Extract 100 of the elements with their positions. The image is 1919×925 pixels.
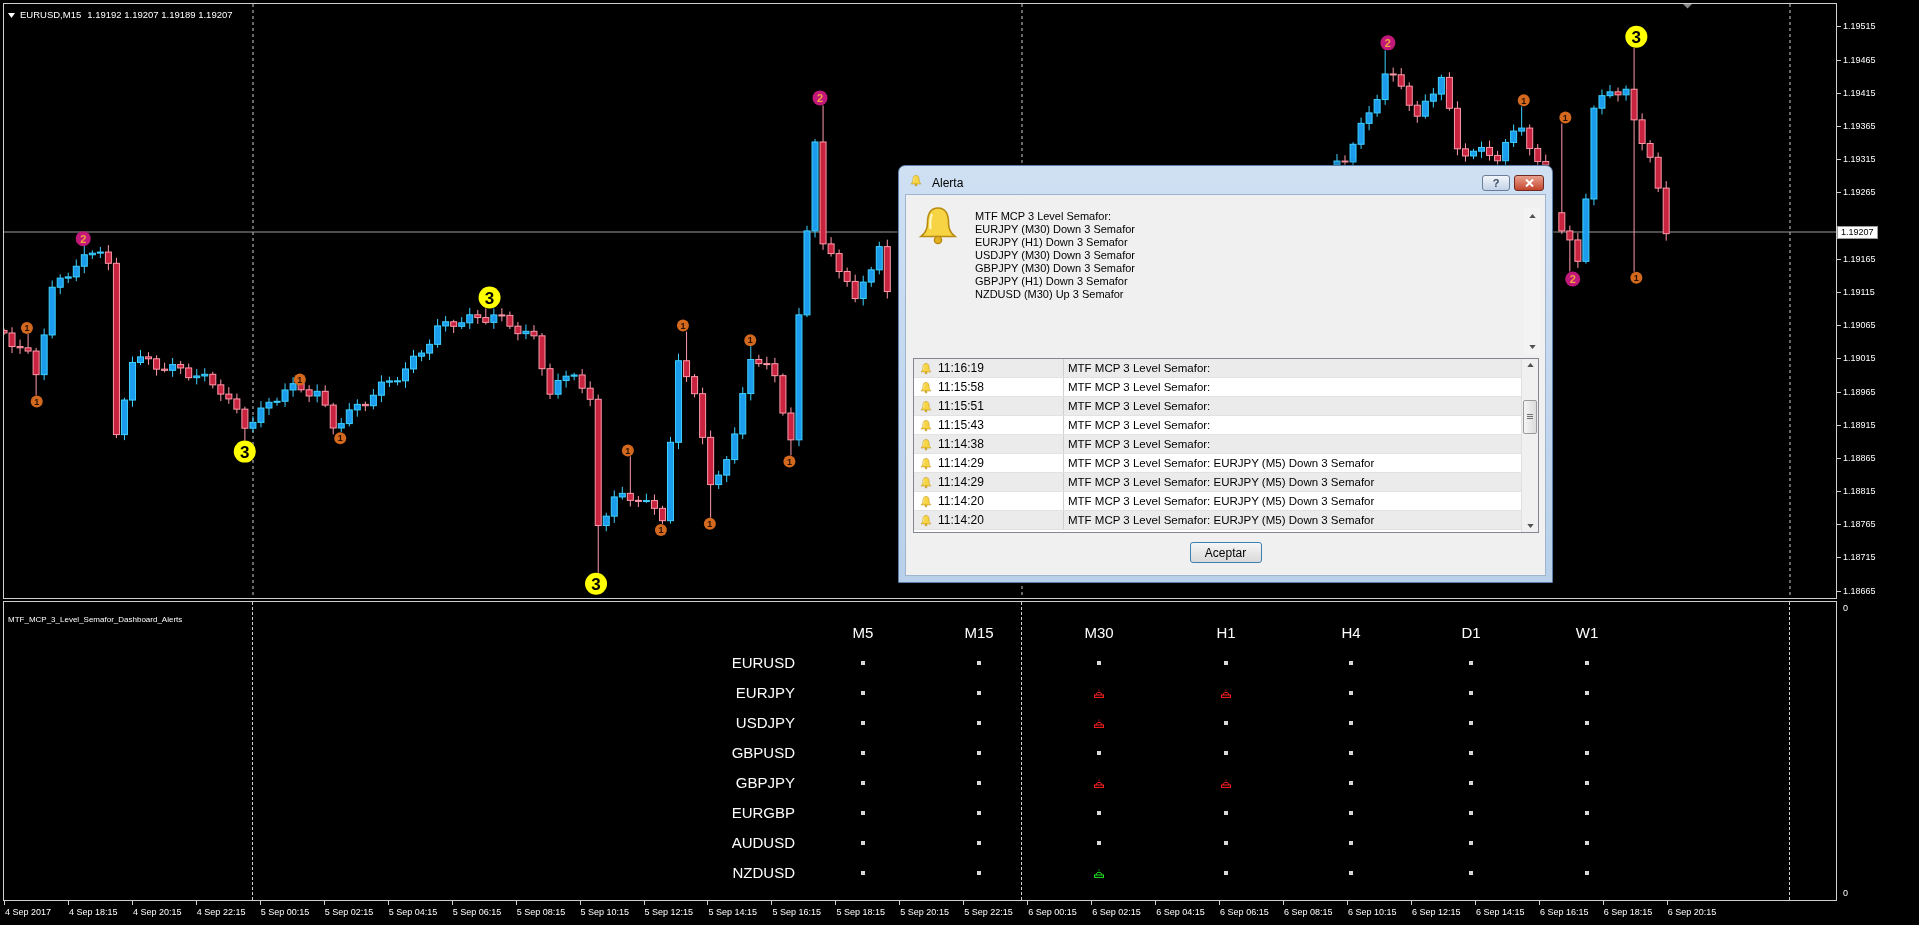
price-label: 1.19165: [1843, 253, 1876, 265]
number-marker: 1: [703, 517, 716, 530]
currency-pair: EURJPY: [735, 684, 795, 702]
bell-icon: [1094, 778, 1104, 788]
number-marker: 2: [75, 231, 91, 247]
alert-row[interactable]: 11:14:38 MTF MCP 3 Level Semafor:: [914, 435, 1521, 454]
dialog-title: Alerta: [932, 176, 964, 190]
alert-time: 11:14:29: [938, 475, 984, 489]
close-button[interactable]: [1514, 175, 1544, 191]
time-label: 5 Sep 00:15: [260, 907, 310, 918]
triangle-marker-icon: [1683, 4, 1692, 9]
bullish-candle: [522, 324, 530, 340]
indicator-title: MTF_MCP_3_Level_Semafor_Dashboard_Alerts: [8, 615, 183, 624]
alert-message: MTF MCP 3 Level Semafor: EURJPY (M5) Down 3 Semafor: [1068, 456, 1375, 470]
indicator-scale-label: 0: [1843, 603, 1849, 614]
bullish-candle: [313, 383, 321, 403]
time-label: 5 Sep 04:15: [388, 907, 438, 918]
time-label: 6 Sep 08:15: [1284, 907, 1333, 918]
time-label: 6 Sep 16:15: [1539, 907, 1589, 918]
bullish-candle: [642, 493, 650, 504]
number-marker: 3: [478, 286, 501, 309]
message-line: MTF MCP 3 Level Semafor:: [975, 210, 1113, 223]
bullish-candle: [169, 357, 177, 378]
number-marker: 1: [30, 395, 43, 408]
alert-row[interactable]: 11:14:20 MTF MCP 3 Level Semafor: EURJPY (M5) Down 3 Semafor: [914, 492, 1521, 511]
close-icon: [1524, 179, 1534, 187]
message-line: GBPJPY (M30) Down 3 Semafor: [975, 262, 1135, 275]
bullish-candle: [1333, 153, 1341, 166]
timeframe-header: H1: [1216, 624, 1236, 642]
price-label: 1.19015: [1843, 353, 1876, 365]
accept-button[interactable]: Aceptar: [1189, 542, 1262, 563]
time-label: 5 Sep 22:15: [964, 907, 1013, 918]
number-marker: 1: [744, 334, 757, 347]
time-label: 4 Sep 2017: [5, 907, 52, 918]
price-label: 1.18715: [1843, 552, 1876, 564]
currency-pair: EURUSD: [731, 654, 795, 672]
help-button[interactable]: ?: [1482, 175, 1510, 191]
price-label: 1.19115: [1843, 287, 1875, 298]
price-label: 1.19465: [1843, 54, 1876, 66]
timeframe-header: H4: [1341, 624, 1361, 642]
bearish-candle: [883, 239, 891, 299]
number-marker: 1: [334, 432, 347, 445]
price-label: 1.18815: [1843, 486, 1876, 498]
price-label: 1.19315: [1843, 154, 1876, 166]
bell-icon: [920, 456, 932, 470]
alert-time: 11:16:19: [938, 361, 984, 375]
scrollbar-thumb[interactable]: [1523, 399, 1537, 434]
bell-icon: [920, 475, 932, 489]
timeframe-header: M30: [1084, 624, 1114, 642]
bell-icon: [1094, 718, 1104, 728]
scroll-up-arrow-icon[interactable]: [1528, 214, 1536, 218]
price-label: 1.18865: [1843, 452, 1876, 464]
alert-time: 11:15:51: [938, 399, 984, 413]
chart-ohlc: 1.19192 1.19207 1.19189 1.19207: [87, 9, 233, 21]
price-label: 1.18765: [1843, 519, 1876, 531]
alert-time: 11:14:20: [938, 494, 984, 508]
time-label: 6 Sep 06:15: [1220, 907, 1269, 918]
alert-row[interactable]: 11:15:51 MTF MCP 3 Level Semafor:: [914, 397, 1521, 416]
time-label: 5 Sep 02:15: [324, 907, 374, 918]
number-marker: 2: [812, 90, 828, 106]
time-label: 6 Sep 20:15: [1667, 907, 1717, 918]
scroll-down-arrow-icon[interactable]: [1526, 524, 1534, 528]
alert-time: 11:15:58: [938, 380, 984, 394]
time-label: 5 Sep 12:15: [644, 907, 694, 918]
scroll-up-arrow-icon[interactable]: [1526, 363, 1534, 367]
message-line: GBPJPY (H1) Down 3 Semafor: [975, 275, 1129, 288]
bell-icon: [920, 361, 932, 375]
bell-icon: [918, 205, 958, 245]
time-label: 5 Sep 16:15: [772, 907, 821, 918]
alert-row[interactable]: 11:15:43 MTF MCP 3 Level Semafor:: [914, 416, 1521, 435]
bearish-candle: [450, 319, 458, 334]
number-marker: 1: [676, 319, 689, 332]
number-marker: 2: [1380, 35, 1396, 51]
alert-message: MTF MCP 3 Level Semafor:: [1068, 361, 1211, 375]
alert-row[interactable]: 11:15:58 MTF MCP 3 Level Semafor:: [914, 378, 1521, 397]
scroll-down-arrow-icon[interactable]: [1528, 345, 1536, 349]
time-label: 6 Sep 10:15: [1348, 907, 1397, 918]
number-marker: 1: [20, 322, 33, 334]
time-label: 5 Sep 10:15: [580, 907, 630, 918]
alert-row[interactable]: 11:14:20 MTF MCP 3 Level Semafor: EURJPY (M5) Down 3 Semafor: [914, 511, 1521, 530]
number-marker: 1: [1517, 94, 1530, 107]
indicator-scale-label: 0: [1843, 888, 1849, 899]
bullish-candle: [1622, 85, 1630, 102]
number-marker: 1: [1630, 271, 1643, 284]
alert-time: 11:14:29: [938, 456, 984, 470]
bullish-candle: [490, 308, 498, 330]
alert-row[interactable]: 11:14:29 MTF MCP 3 Level Semafor: EURJPY (M5) Down 3 Semafor: [914, 473, 1521, 492]
message-line: EURJPY (M30) Down 3 Semafor: [975, 223, 1135, 236]
bell-icon: [910, 174, 922, 187]
time-label: 5 Sep 18:15: [836, 907, 885, 918]
bearish-candle: [361, 401, 369, 412]
scrollbar[interactable]: [1521, 359, 1538, 532]
current-price-label: 1.19207: [1837, 225, 1878, 239]
alert-row[interactable]: 11:14:29 MTF MCP 3 Level Semafor: EURJPY (M5) Down 3 Semafor: [914, 454, 1521, 473]
triangle-icon[interactable]: [8, 12, 15, 18]
currency-pair: GBPJPY: [735, 774, 795, 792]
bell-icon: [920, 418, 932, 432]
alert-row[interactable]: 11:16:19 MTF MCP 3 Level Semafor:: [914, 359, 1521, 378]
bell-icon: [920, 437, 932, 451]
number-marker: 1: [783, 455, 796, 468]
